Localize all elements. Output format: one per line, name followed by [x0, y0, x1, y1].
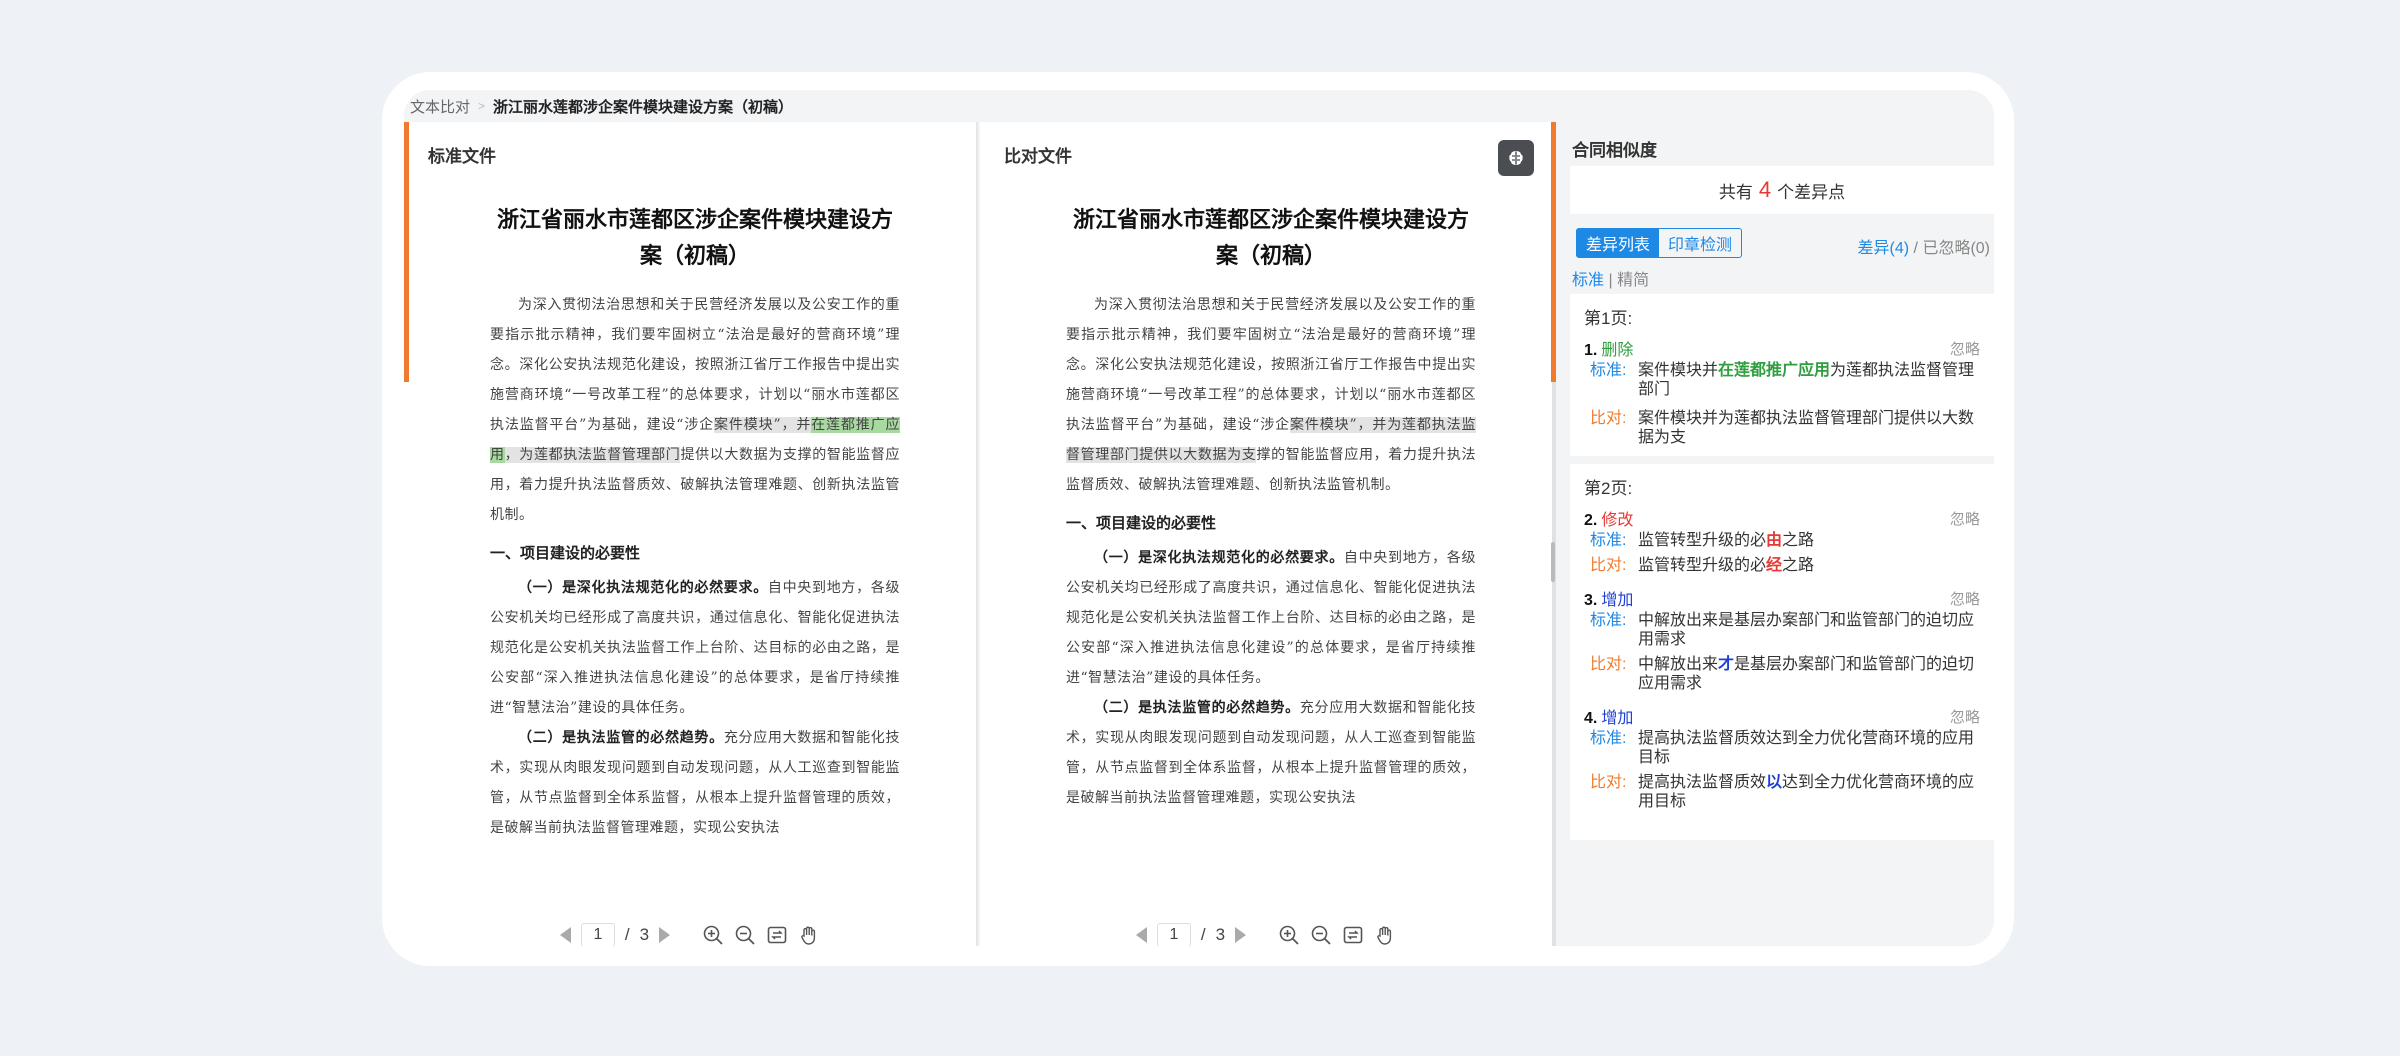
ignore-button[interactable]: 忽略 [1950, 706, 1980, 727]
filter-ignored[interactable]: 已忽略(0) [1922, 240, 1990, 257]
page-navigator: 1 / 3 [404, 922, 976, 946]
breadcrumb-parent[interactable]: 文本比对 [410, 96, 470, 117]
diff-page-card: 第2页: 2. 修改 忽略 标准: 监管转型升级的必由之路 比对: 监管转型升级的必经… [1570, 464, 1994, 840]
paragraph: （二）是执法监管的必然趋势。充分应用大数据和智能化技术，实现从肉眼发现问题到自动… [490, 730, 901, 836]
ignore-button[interactable]: 忽略 [1950, 588, 1980, 609]
panel-title-compare: 比对文件 [1004, 147, 1072, 166]
prev-page-icon[interactable] [1135, 927, 1147, 943]
sidebar-title: 合同相似度 [1572, 141, 1657, 160]
tab-diff-list[interactable]: 差异列表 [1577, 229, 1659, 257]
app-window: 文本比对 > 浙江丽水莲都涉企案件模块建设方案（初稿） 标准文件 浙江省丽水市莲… [404, 90, 1994, 946]
view-mode-toggle: 标准 | 精简 [1572, 272, 1650, 289]
diff-filter-counts: 差异(4) / 已忽略(0) [1857, 240, 1990, 257]
diff-summary: 共有 4 个差异点 [1570, 166, 1994, 214]
paragraph: （一）是深化执法规范化的必然要求。自中央到地方，各级公安机关均已经形成了高度共识… [1066, 550, 1477, 686]
page-total: 3 [1215, 925, 1226, 944]
filter-diff[interactable]: 差异(4) [1858, 240, 1910, 257]
accent-bar [1551, 122, 1556, 382]
breadcrumb: 文本比对 > 浙江丽水莲都涉企案件模块建设方案（初稿） [404, 90, 1994, 122]
ignore-button[interactable]: 忽略 [1950, 338, 1980, 359]
diff-page-card: 第1页: 1. 删除 忽略 标准: 案件模块并在莲都推广应用为莲都执法监督管理部门 … [1570, 294, 1994, 456]
diff-type-badge: 修改 [1601, 512, 1634, 529]
diff-type-badge: 删除 [1601, 342, 1634, 359]
mode-standard[interactable]: 标准 [1572, 272, 1604, 289]
prev-page-icon[interactable] [559, 927, 571, 943]
ai-brain-button[interactable] [1498, 140, 1534, 176]
section-heading: 一、项目建设的必要性 [1066, 515, 1217, 532]
zoom-out-icon[interactable] [1310, 924, 1332, 946]
tab-seal-check[interactable]: 印章检测 [1659, 229, 1741, 257]
document-title: 浙江省丽水市莲都区涉企案件模块建设方 案（初稿） [496, 207, 893, 269]
sidebar-tabs: 差异列表 印章检测 [1576, 228, 1742, 258]
diff-type-badge: 增加 [1601, 592, 1634, 609]
breadcrumb-current: 浙江丽水莲都涉企案件模块建设方案（初稿） [493, 98, 794, 116]
diff-item[interactable]: 3. 增加 忽略 标准: 中解放出来是基层办案部门和监管部门的迫切应用需求 比对: 中… [1584, 587, 1980, 693]
paragraph: 为深入贯彻法治思想和关于民营经济发展以及公安工作的重要指示批示精神，我们要牢固树… [1066, 297, 1477, 493]
fit-page-icon[interactable] [1342, 924, 1364, 946]
zoom-in-icon[interactable] [1278, 924, 1300, 946]
paragraph: （一）是深化执法规范化的必然要求。自中央到地方，各级公安机关均已经形成了高度共识… [490, 580, 901, 716]
diff-item[interactable]: 2. 修改 忽略 标准: 监管转型升级的必由之路 比对: 监管转型升级的必经之路 [1584, 507, 1980, 575]
ignore-button[interactable]: 忽略 [1950, 508, 1980, 529]
diff-count: 4 [1758, 177, 1772, 202]
diff-item[interactable]: 1. 删除 忽略 标准: 案件模块并在莲都推广应用为莲都执法监督管理部门 比对: 案件… [1584, 337, 1980, 447]
breadcrumb-separator-icon: > [478, 99, 486, 113]
page-number-input[interactable]: 1 [1156, 923, 1191, 946]
page-total: 3 [639, 925, 650, 944]
diff-page-label: 第1页: [1584, 309, 1633, 328]
hand-pan-icon[interactable] [1374, 924, 1396, 946]
sidebar-tabs-row: 差异列表 印章检测 差异(4) / 已忽略(0) [1576, 228, 1994, 258]
panel-title-standard: 标准文件 [428, 147, 496, 166]
paragraph: 为深入贯彻法治思想和关于民营经济发展以及公安工作的重要指示批示精神，我们要牢固树… [490, 297, 901, 523]
standard-document-panel: 标准文件 浙江省丽水市莲都区涉企案件模块建设方 案（初稿） 为深入贯彻法治思想和… [404, 122, 978, 946]
device-frame: 文本比对 > 浙江丽水莲都涉企案件模块建设方案（初稿） 标准文件 浙江省丽水市莲… [382, 72, 2014, 966]
page-navigator: 1 / 3 [980, 922, 1552, 946]
similarity-sidebar: 合同相似度 共有 4 个差异点 差异列表 印章检测 差异(4) / 已忽略(0) 标… [1560, 122, 1994, 946]
document-page: 浙江省丽水市莲都区涉企案件模块建设方 案（初稿） 为深入贯彻法治思想和关于民营经… [1066, 202, 1476, 813]
fit-page-icon[interactable] [766, 924, 788, 946]
zoom-out-icon[interactable] [734, 924, 756, 946]
diff-page-label: 第2页: [1584, 479, 1633, 498]
mode-simple[interactable]: 精简 [1617, 272, 1649, 289]
section-heading: 一、项目建设的必要性 [490, 545, 641, 562]
scrollbar-thumb[interactable] [1551, 542, 1555, 582]
diff-type-badge: 增加 [1601, 710, 1634, 727]
paragraph: （二）是执法监管的必然趋势。充分应用大数据和智能化技术，实现从肉眼发现问题到自动… [1066, 700, 1477, 806]
accent-bar [404, 122, 409, 382]
compare-document-panel: 比对文件 浙江省丽水市莲都区涉企案件模块建设方 案（初稿） 为深入贯彻法治思想和… [980, 122, 1556, 946]
next-page-icon[interactable] [659, 927, 671, 943]
document-title: 浙江省丽水市莲都区涉企案件模块建设方 案（初稿） [1072, 207, 1469, 269]
page-number-input[interactable]: 1 [580, 923, 615, 946]
document-page: 浙江省丽水市莲都区涉企案件模块建设方 案（初稿） 为深入贯彻法治思想和关于民营经… [490, 202, 900, 843]
hand-pan-icon[interactable] [798, 924, 820, 946]
next-page-icon[interactable] [1235, 927, 1247, 943]
zoom-in-icon[interactable] [702, 924, 724, 946]
diff-item[interactable]: 4. 增加 忽略 标准: 提高执法监督质效达到全力优化营商环境的应用目标 比对: 提高… [1584, 705, 1980, 811]
brain-icon [1509, 151, 1523, 165]
